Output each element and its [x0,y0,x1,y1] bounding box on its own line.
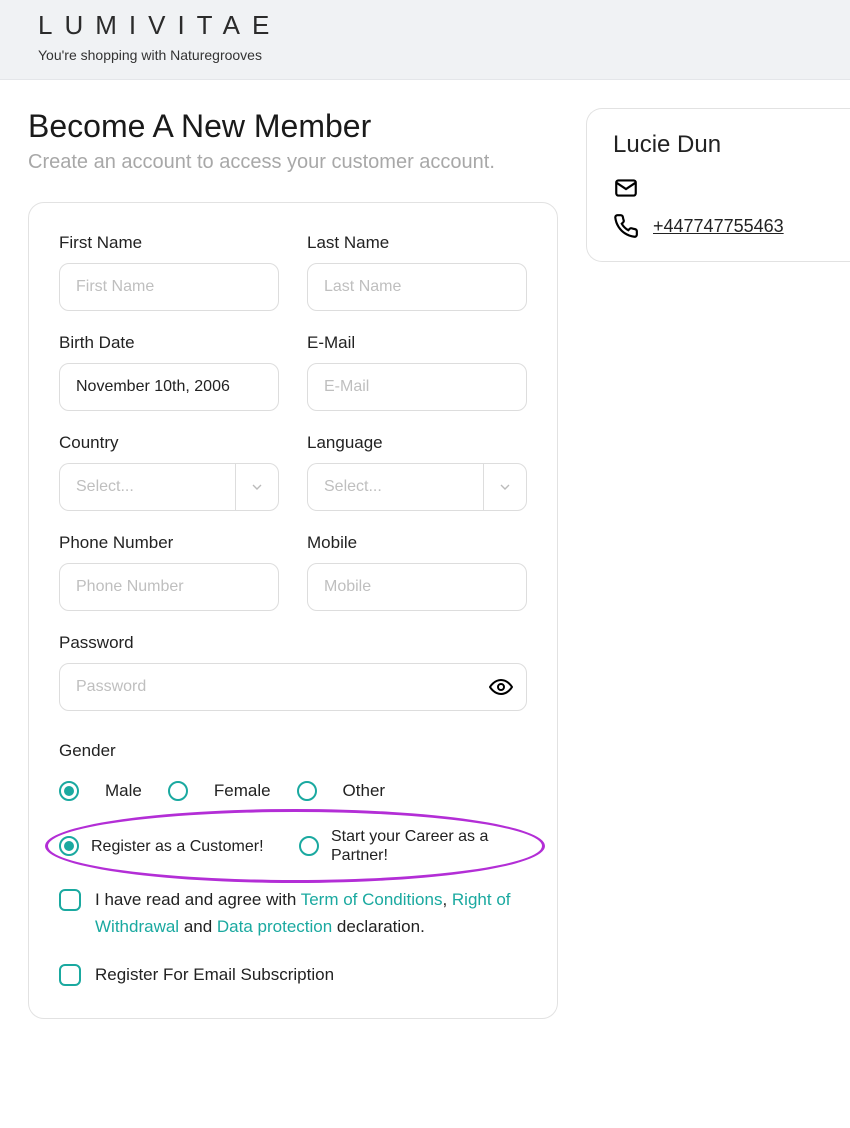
account-type-group: Register as a Customer! Start your Caree… [59,827,527,865]
country-label: Country [59,433,279,453]
data-protection-link[interactable]: Data protection [217,917,332,936]
gender-male-radio[interactable] [59,781,79,801]
page-title: Become A New Member [28,108,558,145]
mobile-label: Mobile [307,533,527,553]
show-password-button[interactable] [489,675,513,699]
last-name-label: Last Name [307,233,527,253]
birth-date-label: Birth Date [59,333,279,353]
register-customer-radio[interactable] [59,836,79,856]
gender-other-radio[interactable] [297,781,317,801]
page-header: LUMIVITAE You're shopping with Naturegro… [0,0,850,80]
contact-name: Lucie Dun [613,131,824,159]
register-customer-label: Register as a Customer! [91,837,264,856]
chevron-down-icon [249,479,265,495]
register-partner-label: Start your Career as a Partner! [331,827,527,865]
terms-checkbox[interactable] [59,889,81,911]
shopping-with-text: You're shopping with Naturegrooves [38,47,812,63]
gender-female-radio[interactable] [168,781,188,801]
contact-phone-link[interactable]: +447747755463 [653,216,784,237]
gender-label: Gender [59,741,527,761]
birth-date-input[interactable] [59,363,279,411]
first-name-label: First Name [59,233,279,253]
terms-link[interactable]: Term of Conditions [301,890,443,909]
gender-female-label: Female [214,781,271,801]
email-subscription-checkbox[interactable] [59,964,81,986]
phone-input[interactable] [59,563,279,611]
email-input[interactable] [307,363,527,411]
password-input[interactable] [59,663,527,711]
eye-icon [489,675,513,699]
language-select[interactable]: Select... [307,463,483,511]
brand-logo: LUMIVITAE [38,10,812,41]
mail-icon [613,175,639,201]
email-subscription-label: Register For Email Subscription [95,962,334,988]
phone-icon [613,213,639,239]
last-name-input[interactable] [307,263,527,311]
page-subtitle: Create an account to access your custome… [28,151,558,174]
phone-label: Phone Number [59,533,279,553]
email-label: E-Mail [307,333,527,353]
terms-text: I have read and agree with Term of Condi… [95,887,527,940]
country-select[interactable]: Select... [59,463,235,511]
language-label: Language [307,433,527,453]
register-partner-radio[interactable] [299,836,319,856]
password-label: Password [59,633,527,653]
gender-other-label: Other [343,781,386,801]
gender-male-label: Male [105,781,142,801]
first-name-input[interactable] [59,263,279,311]
language-dropdown-button[interactable] [483,463,527,511]
contact-card: Lucie Dun +447747755463 [586,108,850,262]
mobile-input[interactable] [307,563,527,611]
country-dropdown-button[interactable] [235,463,279,511]
chevron-down-icon [497,479,513,495]
registration-form: First Name Last Name Birth Date E-Mail [28,202,558,1019]
